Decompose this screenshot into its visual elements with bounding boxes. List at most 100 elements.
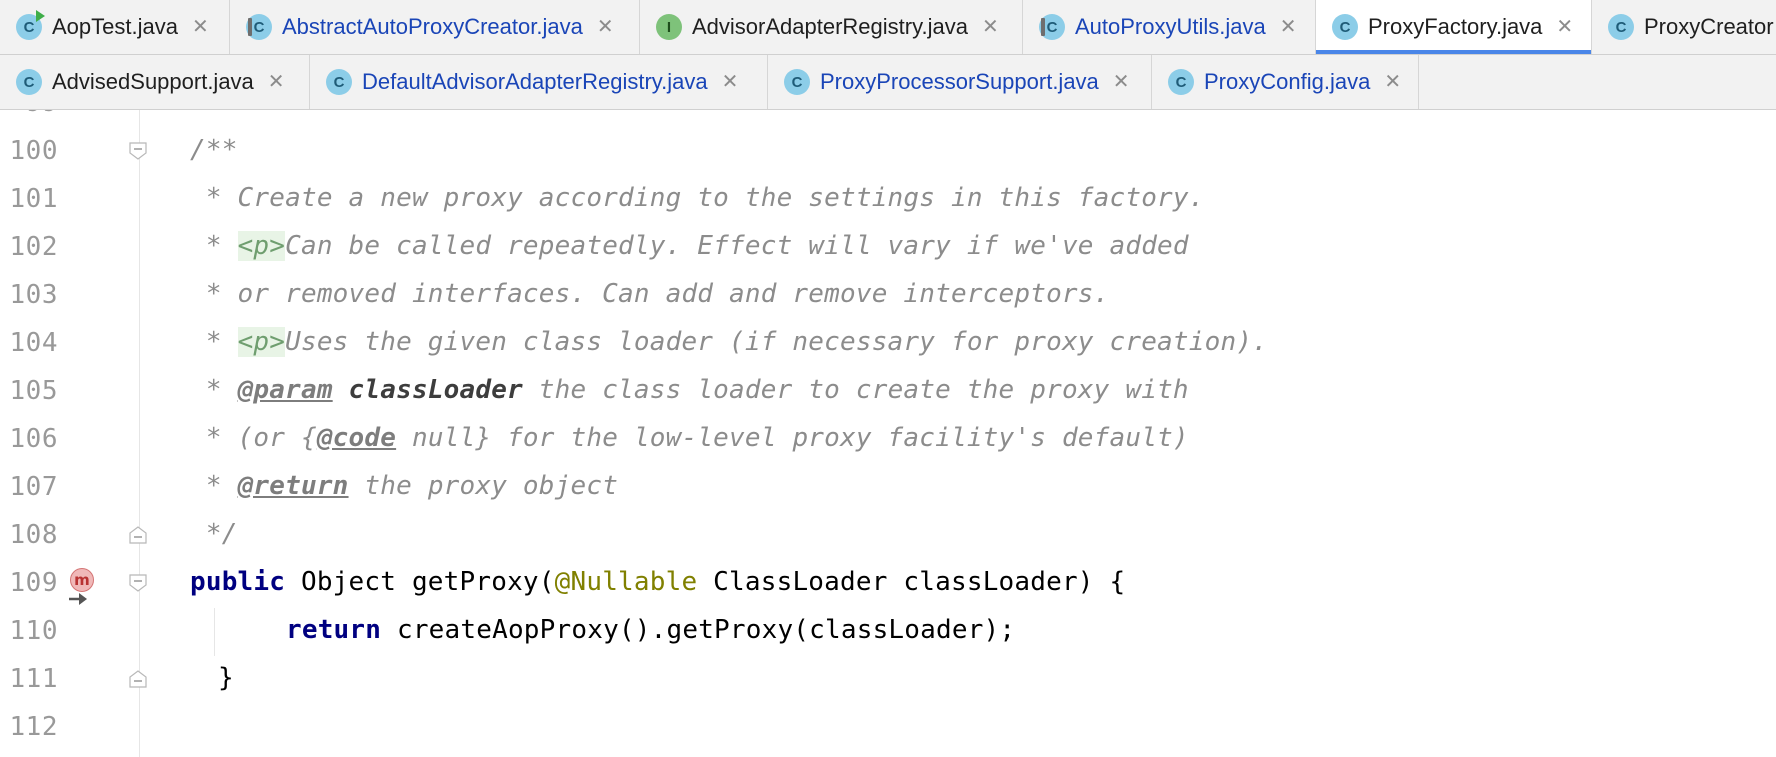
comment-text: * (or { — [190, 423, 317, 453]
comment-star: * — [190, 327, 238, 357]
close-icon[interactable]: ✕ — [597, 17, 614, 37]
code-line: 103 * or removed interfaces. Can add and… — [0, 272, 1776, 320]
code-line: 109 m public Object getProxy(@Nullable C… — [0, 560, 1776, 608]
html-tag: <p> — [237, 327, 286, 357]
code-line: 101 * Create a new proxy according to th… — [0, 176, 1776, 224]
code-line: 108 */ — [0, 512, 1776, 560]
close-icon[interactable]: ✕ — [982, 17, 999, 37]
tab-label: ProxyProcessorSupport.java — [820, 69, 1099, 94]
abstract-class-icon: C — [246, 14, 272, 40]
tab-label: AdvisedSupport.java — [52, 69, 254, 94]
comment-star: * — [190, 375, 238, 405]
comment-star: * — [190, 471, 238, 501]
line-number: 105 — [9, 376, 58, 406]
method-marker-icon[interactable]: m — [70, 568, 94, 592]
fold-end-icon[interactable] — [129, 526, 147, 544]
code-text: /** — [190, 135, 238, 165]
code-text: return createAopProxy().getProxy(classLo… — [286, 615, 1015, 645]
line-number: 100 — [9, 136, 58, 166]
close-icon[interactable]: ✕ — [268, 72, 285, 92]
line-number: 111 — [9, 664, 58, 694]
code-line: 99 — [0, 110, 1776, 128]
code-line: 112 — [0, 704, 1776, 752]
line-number: 104 — [9, 328, 58, 358]
close-icon[interactable]: ✕ — [1280, 17, 1297, 37]
tab-proxyfactory[interactable]: C ProxyFactory.java ✕ — [1316, 0, 1592, 54]
tab-label: AopTest.java — [52, 14, 178, 39]
html-tag: <p> — [237, 231, 286, 261]
code-text: * @param classLoader the class loader to… — [190, 375, 1189, 405]
run-class-icon: C — [16, 10, 45, 40]
code-line: 100 /** — [0, 128, 1776, 176]
code-line: 105 * @param classLoader the class loade… — [0, 368, 1776, 416]
keyword: return — [286, 615, 382, 645]
code-line: 107 * @return the proxy object — [0, 464, 1776, 512]
line-number: 106 — [9, 424, 58, 454]
interface-icon: I — [656, 14, 682, 40]
fold-start-icon[interactable] — [129, 574, 147, 592]
code-line: 111 } — [0, 656, 1776, 704]
tab-abstractautoproxycreator[interactable]: C AbstractAutoProxyCreator.java ✕ — [230, 0, 640, 54]
comment-text: null} for the low-level proxy facility's… — [396, 423, 1189, 453]
class-icon: C — [1168, 69, 1194, 95]
code-text: } — [218, 663, 234, 693]
tab-proxycreator[interactable]: C ProxyCreator — [1592, 0, 1776, 54]
tab-label: ProxyCreator — [1644, 14, 1774, 39]
line-number: 109 — [9, 568, 58, 598]
close-icon[interactable]: ✕ — [1384, 72, 1401, 92]
fold-start-icon[interactable] — [129, 142, 147, 160]
line-number: 101 — [9, 184, 58, 214]
comment-text: the proxy object — [348, 471, 619, 501]
comment-text: the class loader to create the proxy wit… — [522, 375, 1189, 405]
line-number: 112 — [9, 712, 58, 742]
line-number: 107 — [9, 472, 58, 502]
class-icon: C — [1332, 14, 1358, 40]
comment-star: * — [190, 231, 238, 261]
close-icon[interactable]: ✕ — [192, 17, 209, 37]
tab-proxyprocessorsupport[interactable]: C ProxyProcessorSupport.java ✕ — [768, 55, 1152, 109]
javadoc-tag: @return — [237, 471, 349, 501]
tab-label: AdvisorAdapterRegistry.java — [692, 14, 968, 39]
close-icon[interactable]: ✕ — [1113, 72, 1130, 92]
tab-label: AutoProxyUtils.java — [1075, 14, 1266, 39]
code-fragment: createAopProxy().getProxy(classLoader); — [381, 615, 1016, 645]
code-editor[interactable]: 99 100 /** 101 * Create a new proxy acco… — [0, 110, 1776, 757]
code-fragment: ClassLoader classLoader) { — [697, 567, 1126, 597]
tab-proxyconfig[interactable]: C ProxyConfig.java ✕ — [1152, 55, 1419, 109]
comment-text: Uses the given class loader (if necessar… — [285, 327, 1269, 357]
keyword: public — [190, 567, 286, 597]
tab-label: ProxyFactory.java — [1368, 14, 1543, 39]
tab-aoptest[interactable]: C AopTest.java ✕ — [0, 0, 230, 54]
code-text: * @return the proxy object — [190, 471, 618, 501]
annotation: @Nullable — [554, 567, 698, 597]
class-icon: C — [326, 69, 352, 95]
class-icon: C — [1608, 14, 1634, 40]
comment-text: Can be called repeatedly. Effect will va… — [285, 231, 1189, 261]
javadoc-tag: @param — [237, 375, 333, 405]
code-line: 102 * <p>Can be called repeatedly. Effec… — [0, 224, 1776, 272]
tab-autoproxyutils[interactable]: C AutoProxyUtils.java ✕ — [1023, 0, 1316, 54]
tab-defaultadvisoradapterregistry[interactable]: C DefaultAdvisorAdapterRegistry.java ✕ — [310, 55, 768, 109]
class-icon: C — [16, 69, 42, 95]
javadoc-tag: @code — [316, 423, 397, 453]
tab-label: DefaultAdvisorAdapterRegistry.java — [362, 69, 708, 94]
implements-arrow-icon[interactable] — [68, 592, 88, 606]
tab-advisoradapterregistry[interactable]: I AdvisorAdapterRegistry.java ✕ — [640, 0, 1023, 54]
code-text: */ — [190, 519, 238, 549]
class-icon: C — [784, 69, 810, 95]
line-number: 103 — [9, 280, 58, 310]
code-text: * <p>Uses the given class loader (if nec… — [190, 327, 1268, 357]
code-text: public Object getProxy(@Nullable ClassLo… — [190, 567, 1125, 597]
close-icon[interactable]: ✕ — [722, 72, 739, 92]
line-number: 99 — [0, 110, 58, 118]
tab-advisedsupport[interactable]: C AdvisedSupport.java ✕ — [0, 55, 310, 109]
line-number: 108 — [9, 520, 58, 550]
code-text: * Create a new proxy according to the se… — [190, 183, 1205, 213]
line-number: 110 — [9, 616, 58, 646]
code-text: * or removed interfaces. Can add and rem… — [190, 279, 1110, 309]
fold-end-icon[interactable] — [129, 670, 147, 688]
close-icon[interactable]: ✕ — [1556, 17, 1573, 37]
code-line: 110 return createAopProxy().getProxy(cla… — [0, 608, 1776, 656]
tab-label: ProxyConfig.java — [1204, 69, 1371, 94]
indent-guide — [214, 608, 215, 656]
